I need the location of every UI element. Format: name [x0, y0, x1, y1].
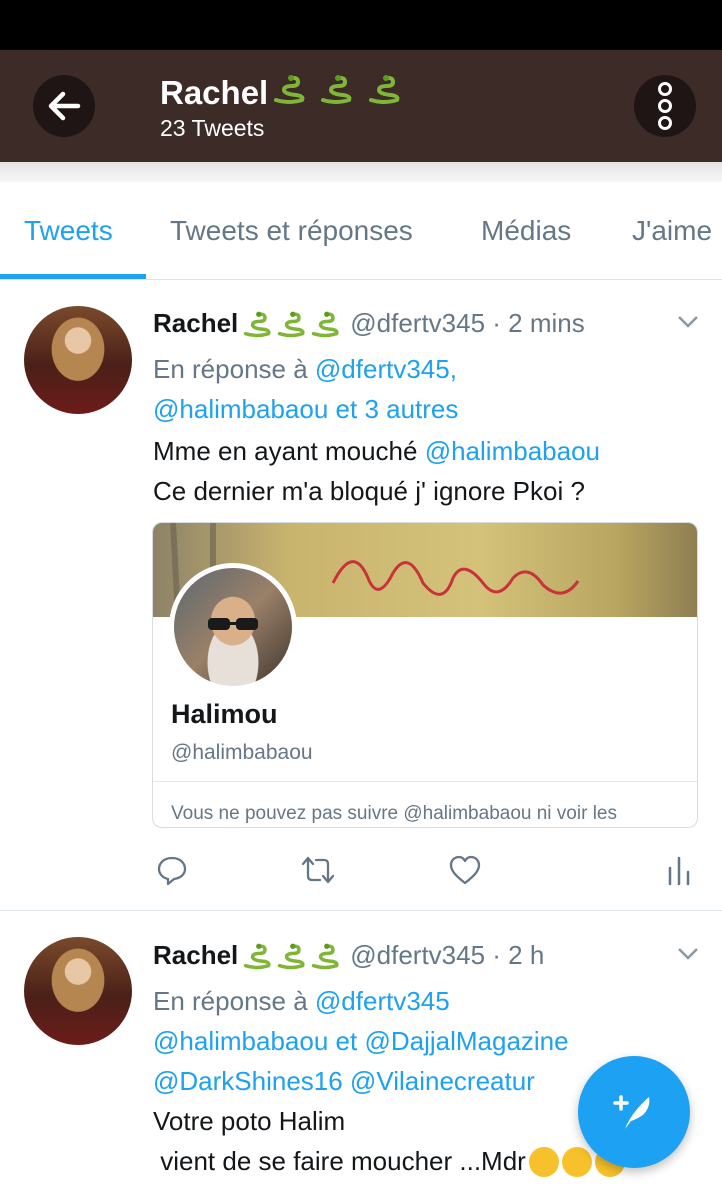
tweet-header: Rachel @dfertv345 · 2 mins — [153, 308, 585, 339]
retweet-icon[interactable] — [300, 854, 336, 886]
reply-context-line3: @DarkShines16 @Vilainecreatur — [153, 1066, 535, 1097]
tweet-count: 23 Tweets — [160, 115, 265, 141]
tweet-actions — [0, 848, 722, 894]
mention-link[interactable]: @DarkShines16 @Vilainecreatur — [153, 1066, 535, 1096]
tweet-divider — [0, 910, 722, 911]
snake-emojis — [268, 74, 400, 112]
snake-emoji-icon — [278, 311, 305, 337]
active-tab-indicator — [0, 274, 146, 279]
reply-icon[interactable] — [156, 854, 188, 886]
card-avatar — [169, 563, 297, 691]
back-button[interactable] — [33, 75, 95, 137]
tab-tweets[interactable]: Tweets — [24, 215, 113, 247]
reply-context-line2: @halimbabaou et @DajjalMagazine — [153, 1026, 569, 1056]
profile-name-title: Rachel — [160, 74, 401, 112]
reply-context-line1: En réponse à @dfertv345 — [153, 986, 450, 1016]
profile-tabs: Tweets Tweets et réponses Médias J'aime — [0, 182, 722, 280]
author-handle-time: @dfertv345 · 2 h — [350, 940, 545, 970]
card-handle: @halimbabaou — [171, 741, 313, 764]
author-name[interactable]: Rachel — [153, 308, 340, 339]
compose-tweet-button[interactable] — [578, 1056, 690, 1168]
tweet-text-line2: Ce dernier m'a bloqué j' ignore Pkoi ? — [153, 476, 585, 506]
tweet-text-line1: Votre poto Halim — [153, 1106, 346, 1136]
status-bar — [0, 0, 722, 50]
snake-emoji-icon — [244, 311, 271, 337]
back-arrow-icon — [48, 91, 81, 121]
mention-link[interactable]: @dfertv345, — [315, 354, 457, 384]
snake-emoji-icon — [312, 943, 339, 969]
snake-emoji-icon — [321, 75, 352, 104]
more-vert-icon — [658, 82, 672, 130]
author-name[interactable]: Rachel — [153, 940, 340, 971]
card-blocked-note: Vous ne pouvez pas suivre @halimbabaou n… — [171, 803, 617, 824]
snake-emoji-icon — [368, 75, 399, 104]
tab-tweets-and-replies[interactable]: Tweets et réponses — [170, 215, 413, 247]
author-handle-time: @dfertv345 · 2 mins — [350, 308, 585, 338]
mention-link[interactable]: @halimbabaou — [153, 394, 328, 424]
analytics-icon[interactable] — [666, 854, 692, 886]
tweet-text-line2: vient de se faire moucher ...Mdr — [153, 1146, 625, 1177]
reply-context-line2: @halimbabaou et 3 autres — [153, 394, 458, 425]
profile-name: Rachel — [160, 74, 269, 111]
tweet-header: Rachel @dfertv345 · 2 h — [153, 940, 544, 971]
snake-emoji-icon — [244, 943, 271, 969]
more-options-button[interactable] — [634, 75, 696, 137]
compose-icon — [613, 1095, 650, 1129]
chevron-down-icon[interactable] — [676, 314, 700, 330]
mention-link[interactable]: @halimbabaou — [425, 436, 600, 466]
card-name: Halimou — [171, 699, 278, 729]
author-avatar[interactable] — [24, 306, 132, 414]
snake-emoji-icon — [274, 75, 305, 104]
profile-header: Rachel 23 Tweets — [0, 50, 722, 162]
mention-link[interactable]: @dfertv345 — [315, 986, 450, 1016]
tab-likes[interactable]: J'aime — [632, 215, 712, 247]
tab-media[interactable]: Médias — [481, 215, 571, 247]
grin-emoji-icon — [528, 1146, 559, 1177]
chevron-down-icon[interactable] — [676, 946, 700, 962]
header-shadow — [0, 162, 722, 182]
card-divider — [153, 781, 697, 782]
like-icon[interactable] — [448, 854, 482, 886]
grin-emoji-icon — [561, 1146, 592, 1177]
others-link[interactable]: et 3 autres — [336, 394, 459, 424]
tweet-text-line1: Mme en ayant mouché @halimbabaou — [153, 436, 600, 466]
profile-card[interactable]: Halimou @halimbabaou Vous ne pouvez pas … — [152, 522, 698, 828]
mention-link[interactable]: @halimbabaou — [153, 1026, 328, 1056]
snake-emoji-icon — [312, 311, 339, 337]
mention-link[interactable]: @DajjalMagazine — [364, 1026, 568, 1056]
reply-context-line1: En réponse à @dfertv345, — [153, 354, 457, 384]
snake-emoji-icon — [278, 943, 305, 969]
author-avatar[interactable] — [24, 937, 132, 1045]
